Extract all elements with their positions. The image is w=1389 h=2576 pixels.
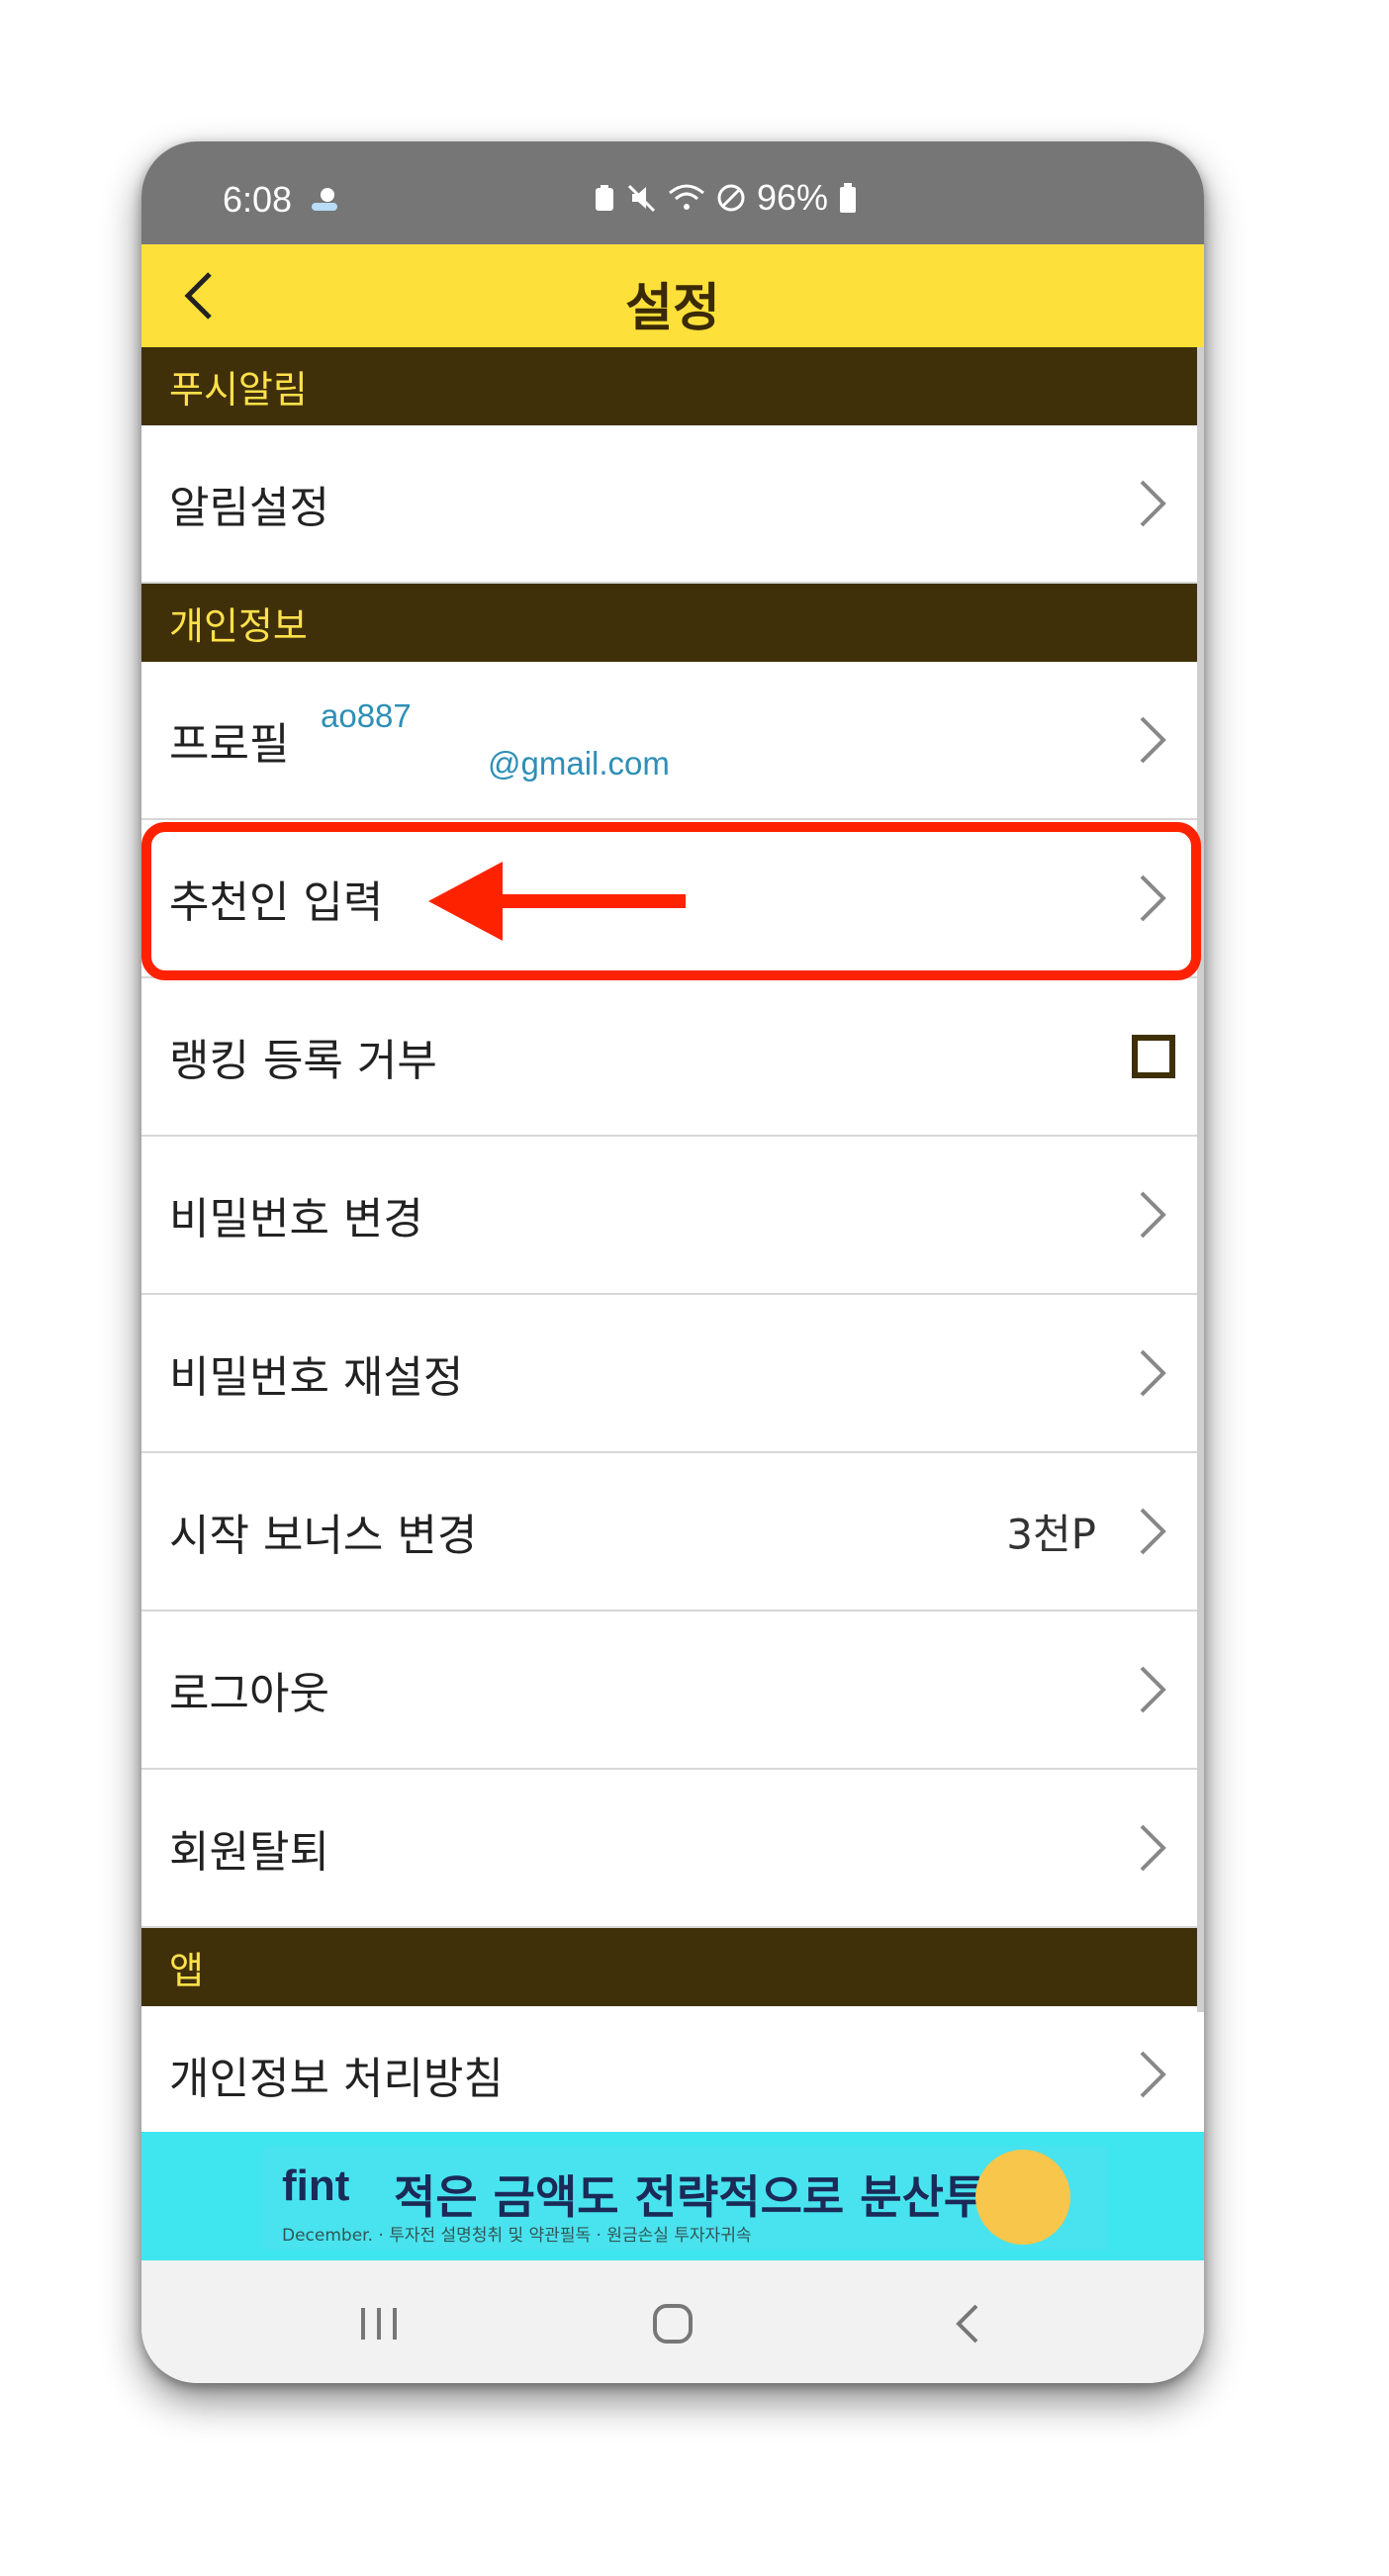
battery-percent: 96%: [756, 177, 828, 218]
notification-settings-row[interactable]: 알림설정: [141, 425, 1197, 584]
ranking-opt-out-checkbox[interactable]: [1132, 1035, 1175, 1078]
status-icons: 96%: [593, 177, 858, 219]
profile-email-user: ao887: [321, 697, 412, 734]
arrow-left-icon: [428, 862, 686, 941]
scrollbar[interactable]: [1197, 347, 1204, 2012]
ranking-opt-out-row[interactable]: 랭킹 등록 거부: [141, 978, 1197, 1137]
row-label: 개인정보 처리방침: [169, 2053, 504, 2104]
system-nav-bar: [141, 2260, 1204, 2383]
row-label: 비밀번호 변경: [169, 1194, 423, 1244]
row-label: 프로필: [169, 719, 290, 770]
system-back-button[interactable]: [938, 2294, 997, 2353]
ad-headline: 적은 금액도 전략적으로 분산투자: [394, 2170, 1028, 2224]
start-bonus-value: 3천P: [1006, 1510, 1096, 1559]
mute-icon: [627, 184, 655, 213]
start-bonus-row[interactable]: 시작 보너스 변경 3천P: [141, 1453, 1197, 1611]
chevron-right-icon: [1140, 2051, 1166, 2097]
section-header-personal: 개인정보: [141, 584, 1197, 662]
ad-subtext: December. · 투자전 설명청취 및 약관필독 · 원금손실 투자자귀속: [282, 2226, 752, 2246]
logout-row[interactable]: 로그아웃: [141, 1611, 1197, 1770]
status-time: 6:08: [223, 179, 293, 220]
status-bar: 6:08 96%: [141, 141, 1204, 244]
reset-password-row[interactable]: 비밀번호 재설정: [141, 1295, 1197, 1453]
ad-banner[interactable]: fint 적은 금액도 전략적으로 분산투자 December. · 투자전 설…: [141, 2132, 1204, 2260]
chevron-right-icon: [1140, 1349, 1166, 1397]
row-label: 랭킹 등록 거부: [169, 1036, 437, 1086]
row-label: 회원탈퇴: [169, 1827, 329, 1878]
section-header-push: 푸시알림: [141, 347, 1197, 425]
phone-frame: 6:08 96% 설정 푸시알림 알림설정 개인정보 프로필 ao887 @gm…: [141, 141, 1204, 2383]
home-button[interactable]: [643, 2294, 702, 2353]
row-label: 로그아웃: [169, 1669, 329, 1719]
row-label: 비밀번호 재설정: [169, 1352, 464, 1403]
app-bar: 설정: [141, 244, 1204, 347]
battery-icon: [840, 183, 856, 213]
chevron-right-icon: [1140, 1824, 1166, 1872]
chevron-right-icon: [1140, 1191, 1166, 1239]
ad-logo: fint: [282, 2162, 350, 2210]
ad-badge-icon: [975, 2150, 1070, 2245]
back-icon: [956, 2304, 978, 2344]
chevron-right-icon: [1140, 480, 1166, 527]
weather-icon: [312, 188, 337, 211]
profile-email-domain: @gmail.com: [488, 745, 670, 782]
wifi-icon: [668, 184, 704, 210]
recent-apps-icon: [361, 2308, 397, 2340]
page-title: 설정: [625, 279, 720, 338]
privacy-policy-row[interactable]: 개인정보 처리방침: [141, 2006, 1197, 2142]
settings-list: 푸시알림 알림설정 개인정보 프로필 ao887 @gmail.com 추천인 …: [141, 347, 1197, 2142]
row-label: 시작 보너스 변경: [169, 1511, 478, 1561]
do-not-disturb-icon: [717, 184, 745, 212]
recent-apps-button[interactable]: [349, 2294, 409, 2353]
battery-saver-icon: [595, 185, 613, 211]
row-label: 알림설정: [169, 483, 329, 533]
profile-row[interactable]: 프로필 ao887 @gmail.com: [141, 662, 1197, 820]
change-password-row[interactable]: 비밀번호 변경: [141, 1137, 1197, 1295]
withdraw-row[interactable]: 회원탈퇴: [141, 1770, 1197, 1928]
chevron-right-icon: [1140, 1508, 1166, 1555]
chevron-right-icon: [1140, 1666, 1166, 1713]
section-header-app: 앱: [141, 1928, 1197, 2006]
chevron-right-icon: [1140, 716, 1166, 764]
home-icon: [653, 2304, 693, 2344]
